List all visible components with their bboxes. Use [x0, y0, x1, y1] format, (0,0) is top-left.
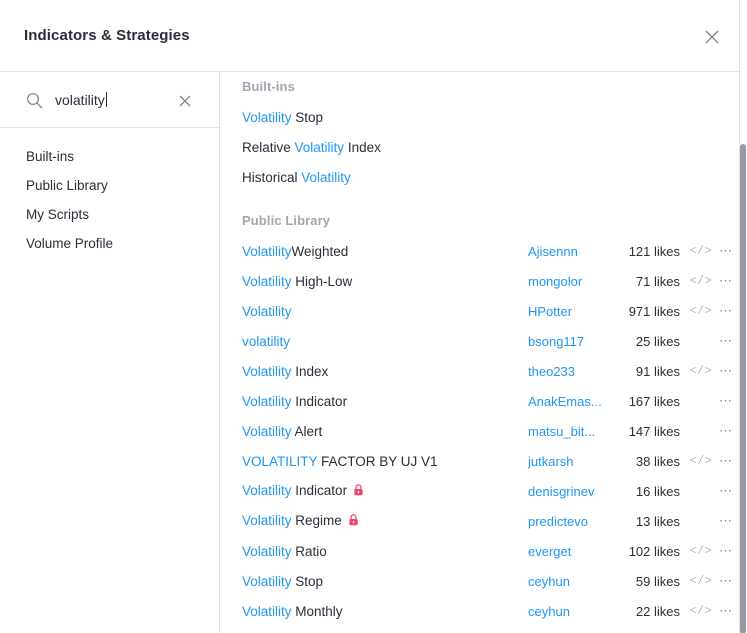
sidebar-nav: Built-ins Public Library My Scripts Volu… [0, 142, 219, 258]
group-title: Built-ins [242, 79, 295, 94]
sidebar-item-volume-profile[interactable]: Volume Profile [0, 229, 219, 258]
list-item[interactable]: Volatility Index theo233 91 likes </> ⋯ [220, 356, 740, 386]
sidebar-item-my-scripts[interactable]: My Scripts [0, 200, 219, 229]
likes-count: 971 likes [628, 303, 680, 319]
script-name: Volatility Index [242, 363, 329, 379]
likes-count: 13 likes [635, 513, 680, 529]
scrollbar-track[interactable] [740, 72, 747, 633]
script-name: Volatility High-Low [242, 273, 353, 289]
list-item[interactable]: Historical Volatility [220, 162, 740, 192]
list-item[interactable]: Volatility Regime predictevo 13 likes ⋯ [220, 506, 740, 536]
script-name: VolatilityWeighted [242, 243, 349, 259]
more-options-icon[interactable]: ⋯ [718, 604, 734, 617]
script-name: Volatility Monthly [242, 603, 343, 619]
script-name: VOLATILITY FACTOR BY UJ V1 [242, 453, 438, 469]
list-item[interactable]: Volatility Stop [220, 102, 740, 132]
likes-count: 16 likes [635, 483, 680, 499]
text-caret [105, 92, 107, 107]
script-name: volatility [242, 333, 291, 349]
script-name: Volatility Indicator [242, 483, 364, 499]
likes-count: 59 likes [635, 573, 680, 589]
likes-count: 167 likes [628, 393, 680, 409]
lock-icon [348, 514, 359, 529]
list-item[interactable]: Volatility Ratio everget 102 likes </> ⋯ [220, 536, 740, 566]
source-code-icon[interactable]: </> [688, 305, 714, 318]
list-item[interactable]: VOLATILITY FACTOR BY UJ V1 jutkarsh 38 lik… [220, 446, 740, 476]
close-icon[interactable] [698, 23, 726, 51]
search-icon [26, 92, 43, 114]
scrollbar-thumb[interactable] [740, 144, 746, 633]
script-name: Relative Volatility Index [242, 139, 381, 155]
script-name: Volatility Stop [242, 109, 324, 125]
page-title: Indicators & Strategies [24, 27, 190, 44]
more-options-icon[interactable]: ⋯ [718, 424, 734, 437]
sidebar-item-built-ins[interactable]: Built-ins [0, 142, 219, 171]
source-code-icon[interactable]: </> [688, 605, 714, 618]
likes-count: 91 likes [635, 363, 680, 379]
sidebar: volatility Built-ins Public Library My S… [0, 72, 220, 633]
more-options-icon[interactable]: ⋯ [718, 334, 734, 347]
source-code-icon[interactable]: </> [688, 575, 714, 588]
more-options-icon[interactable]: ⋯ [718, 364, 734, 377]
likes-count: 38 likes [635, 453, 680, 469]
list-item[interactable]: Volatility Indicator denisgrinev 16 likes ⋯ [220, 476, 740, 506]
list-item[interactable]: Volatility Indicator AnakEmas... 167 likes… [220, 386, 740, 416]
list-item[interactable]: Relative Volatility Index [220, 132, 740, 162]
list-item[interactable]: volatility bsong117 25 likes ⋯ [220, 326, 740, 356]
script-name: Volatility [242, 303, 292, 319]
likes-count: 147 likes [628, 423, 680, 439]
results-panel: Built-ins Volatility Stop Relative Volatil… [220, 72, 740, 633]
list-item[interactable]: Volatility Stop ceyhun 59 likes </> ⋯ [220, 566, 740, 596]
more-options-icon[interactable]: ⋯ [718, 454, 734, 467]
script-name: Volatility Indicator [242, 393, 348, 409]
source-code-icon[interactable]: </> [688, 275, 714, 288]
more-options-icon[interactable]: ⋯ [718, 544, 734, 557]
group-title: Public Library [242, 213, 331, 228]
source-code-icon[interactable]: </> [688, 245, 714, 258]
source-code-icon[interactable]: </> [688, 455, 714, 468]
list-item[interactable]: Volatility High-Low mongolor 71 likes </> ⋯ [220, 266, 740, 296]
window-edge-divider [739, 0, 740, 633]
likes-count: 121 likes [628, 243, 680, 259]
more-options-icon[interactable]: ⋯ [718, 394, 734, 407]
search-input[interactable]: volatility [0, 72, 219, 128]
more-options-icon[interactable]: ⋯ [718, 484, 734, 497]
more-options-icon[interactable]: ⋯ [718, 304, 734, 317]
script-name: Volatility Stop [242, 573, 324, 589]
dialog-header: Indicators & Strategies [0, 0, 740, 72]
more-options-icon[interactable]: ⋯ [718, 244, 734, 257]
clear-search-icon[interactable] [174, 90, 196, 112]
more-options-icon[interactable]: ⋯ [718, 274, 734, 287]
indicators-dialog: Indicators & Strategies volatility Built… [0, 0, 747, 633]
lock-icon [353, 484, 364, 499]
source-code-icon[interactable]: </> [688, 545, 714, 558]
more-options-icon[interactable]: ⋯ [718, 574, 734, 587]
likes-count: 71 likes [635, 273, 680, 289]
sidebar-item-public-library[interactable]: Public Library [0, 171, 219, 200]
search-input-value: volatility [55, 92, 107, 108]
script-name: Volatility Ratio [242, 543, 327, 559]
likes-count: 102 likes [628, 543, 680, 559]
list-item[interactable]: VolatilityWeighted Ajisennn 121 likes </> ⋯ [220, 236, 740, 266]
list-item[interactable]: Volatility HPotter 971 likes </> ⋯ [220, 296, 740, 326]
script-name: Volatility Regime [242, 513, 359, 529]
source-code-icon[interactable]: </> [688, 365, 714, 378]
script-name: Volatility Alert [242, 423, 323, 439]
likes-count: 25 likes [635, 333, 680, 349]
script-name: Historical Volatility [242, 169, 351, 185]
likes-count: 22 likes [635, 603, 680, 619]
list-item[interactable]: Volatility Alert matsu_bit... 147 likes ⋯ [220, 416, 740, 446]
more-options-icon[interactable]: ⋯ [718, 514, 734, 527]
list-item[interactable]: Volatility Monthly ceyhun 22 likes </> ⋯ [220, 596, 740, 626]
